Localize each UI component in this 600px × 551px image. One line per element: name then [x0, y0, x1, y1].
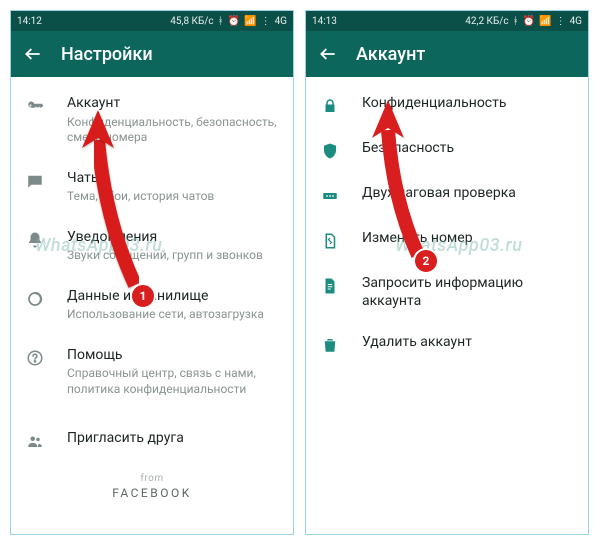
row-request-info[interactable]: Запросить информацию аккаунта	[306, 263, 588, 322]
row-sub: Использование сети, автозагрузка	[67, 307, 277, 323]
status-4g: 4G	[570, 16, 582, 27]
chat-icon	[25, 171, 45, 191]
phone-account: 14:13 42,2 КБ/с ᚼ ⏰ 📶 ⋮ 4G Аккаунт Конфи…	[305, 10, 589, 535]
app-bar: Аккаунт	[306, 31, 588, 77]
row-sub: Звуки сообщений, групп и звонков	[67, 248, 277, 264]
row-security[interactable]: Безопасность	[306, 128, 588, 173]
row-sub: Тема, обои, история чатов	[67, 189, 277, 205]
row-label: Уведомления	[67, 229, 277, 247]
row-chats[interactable]: Чаты Тема, обои, история чатов	[11, 158, 293, 217]
row-change-number[interactable]: Изменить номер	[306, 218, 588, 263]
status-time: 14:12	[17, 16, 42, 27]
document-icon	[320, 276, 340, 296]
bell-icon	[25, 230, 45, 250]
data-usage-icon	[25, 289, 45, 309]
help-icon	[25, 348, 45, 368]
page-title: Настройки	[61, 44, 153, 65]
row-label: Конфиденциальность	[362, 95, 572, 113]
status-bar: 14:13 42,2 КБ/с ᚼ ⏰ 📶 ⋮ 4G	[306, 11, 588, 31]
row-label: Данные и хранилище	[67, 288, 277, 306]
row-label: Безопасность	[362, 140, 572, 158]
status-speed: 42,2 КБ/с	[465, 16, 508, 27]
row-label: Запросить информацию аккаунта	[362, 275, 572, 310]
bluetooth-icon: ᚼ	[218, 16, 224, 27]
row-invite[interactable]: Пригласить друга	[11, 418, 293, 463]
key-icon	[25, 96, 45, 116]
row-help[interactable]: Помощь Справочный центр, связь с нами, п…	[11, 335, 293, 410]
row-label: Пригласить друга	[67, 430, 277, 448]
pin-icon	[320, 186, 340, 206]
sim-icon	[320, 231, 340, 251]
status-time: 14:13	[312, 16, 337, 27]
row-privacy[interactable]: Конфиденциальность	[306, 83, 588, 128]
row-notifications[interactable]: Уведомления Звуки сообщений, групп и зво…	[11, 217, 293, 276]
signal-icon: 📶	[539, 16, 551, 27]
row-sub: Конфиденциальность, безопасность, смена …	[67, 115, 277, 146]
footer-brand: FACEBOOK	[11, 486, 293, 500]
account-list: Конфиденциальность Безопасность Двухшаго…	[306, 77, 588, 367]
row-label: Изменить номер	[362, 230, 572, 248]
lock-icon	[320, 96, 340, 116]
row-label: Помощь	[67, 347, 277, 365]
phone-settings: 14:12 45,8 КБ/с ᚼ ⏰ 📶 ⋮ 4G Настройки	[10, 10, 294, 535]
settings-list: Аккаунт Конфиденциальность, безопасность…	[11, 77, 293, 500]
row-label: Двухшаговая проверка	[362, 185, 572, 203]
app-bar: Настройки	[11, 31, 293, 77]
signal-icon: 📶	[244, 16, 256, 27]
status-speed: 45,8 КБ/с	[170, 16, 213, 27]
row-account[interactable]: Аккаунт Конфиденциальность, безопасность…	[11, 83, 293, 158]
bluetooth-icon: ᚼ	[513, 16, 519, 27]
row-label: Аккаунт	[67, 95, 277, 113]
row-data-storage[interactable]: Данные и хранилище Использование сети, а…	[11, 276, 293, 335]
status-4g: 4G	[275, 16, 287, 27]
row-label: Удалить аккаунт	[362, 334, 572, 352]
footer-from: from	[11, 473, 293, 484]
vowifi-icon: ⋮	[556, 16, 566, 27]
back-arrow-icon[interactable]	[23, 44, 43, 64]
shield-icon	[320, 141, 340, 161]
footer: from FACEBOOK	[11, 473, 293, 500]
status-bar: 14:12 45,8 КБ/с ᚼ ⏰ 📶 ⋮ 4G	[11, 11, 293, 31]
row-sub: Справочный центр, связь с нами, политика…	[67, 366, 277, 397]
alarm-icon: ⏰	[228, 16, 240, 27]
alarm-icon: ⏰	[523, 16, 535, 27]
vowifi-icon: ⋮	[261, 16, 271, 27]
row-label: Чаты	[67, 170, 277, 188]
trash-icon	[320, 335, 340, 355]
people-icon	[25, 431, 45, 451]
row-delete-account[interactable]: Удалить аккаунт	[306, 322, 588, 367]
back-arrow-icon[interactable]	[318, 44, 338, 64]
row-two-step[interactable]: Двухшаговая проверка	[306, 173, 588, 218]
page-title: Аккаунт	[356, 44, 425, 65]
